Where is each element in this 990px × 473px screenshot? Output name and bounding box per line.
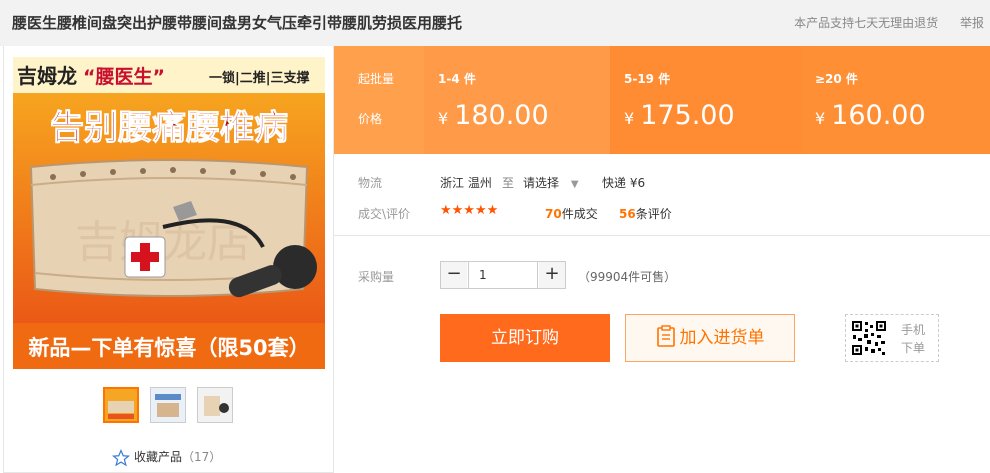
thumbnail-3[interactable] (197, 387, 233, 423)
qr-code-icon (851, 320, 887, 356)
favorite-label: 收藏产品 (134, 450, 183, 464)
reviews-label: 成交\评价 (358, 207, 411, 221)
title-bar: 腰医生腰椎间盘突出护腰带腰间盘男女气压牵引带腰肌劳损医用腰托 本产品支持七天无理… (0, 0, 990, 46)
destination-select[interactable]: 请选择 ▼ (523, 174, 579, 191)
tier-price: ¥160.00 (815, 100, 926, 131)
plus-button[interactable]: + (539, 262, 565, 288)
features-text: 一锁|二推|三支撑 (209, 70, 310, 86)
tier-range: 1-4 件 (438, 72, 476, 86)
review-count[interactable]: 56条评价 (619, 205, 672, 222)
thumbnail-1[interactable] (103, 387, 139, 423)
buy-now-button[interactable]: 立即订购 (440, 314, 610, 362)
mobile-order-label: 手机下单 (901, 323, 926, 355)
thumbnail-2[interactable] (150, 387, 186, 423)
top-right-links: 本产品支持七天无理由退货 举报 (776, 14, 984, 31)
quantity-input[interactable] (468, 262, 538, 288)
headline-text: 告别腰痛腰椎病 (50, 108, 288, 148)
promo-text: 新品—下单有惊喜（限50套） (28, 336, 309, 360)
rating-stars-icon: ★★★★★ (440, 203, 499, 218)
price-tier-3: ≥20 件 ¥160.00 (801, 46, 990, 154)
logistics-reviews-section: 物流 浙江 温州 至 请选择 ▼ 快递 ¥6 成交\评价 ★★★★★ 70件成交… (334, 154, 990, 236)
gallery-panel: 吉姆龙 “腰医生” 一锁|二推|三支撑 告别腰痛腰椎病 吉姆龙店 新品—下单有惊… (3, 46, 334, 473)
moq-label: 起批量 (358, 72, 395, 86)
quantity-stepper: − + (440, 261, 566, 289)
favorite-count: （17） (182, 450, 222, 464)
add-to-cart-button[interactable]: 加入进货单 (625, 314, 795, 362)
price-label: 价格 (358, 112, 383, 126)
brand-text: 吉姆龙 (17, 64, 77, 88)
stock-available: （99904件可售） (578, 270, 677, 284)
sold-count[interactable]: 70件成交 (545, 205, 598, 222)
logistics-label: 物流 (358, 176, 383, 190)
tier-price: ¥175.00 (624, 100, 735, 131)
tier-price: ¥180.00 (438, 100, 549, 131)
price-tier-2: 5-19 件 ¥175.00 (610, 46, 801, 154)
mobile-order[interactable]: 手机下单 (845, 314, 939, 362)
star-outline-icon (111, 448, 131, 466)
quantity-label: 采购量 (358, 270, 395, 284)
return-policy-link[interactable]: 本产品支持七天无理由退货 (794, 16, 938, 30)
tier-range: ≥20 件 (815, 72, 858, 86)
tier-range: 5-19 件 (624, 72, 671, 86)
price-panel: 起批量 价格 1-4 件 ¥180.00 5-19 件 ¥175.00 ≥20 … (334, 46, 990, 154)
chevron-down-icon: ▼ (570, 179, 579, 190)
slogan-text: “腰医生” (83, 65, 165, 88)
add-to-cart-label: 加入进货单 (679, 328, 765, 348)
clipboard-icon (656, 325, 675, 347)
report-link[interactable]: 举报 (960, 16, 984, 30)
to-text: 至 (502, 176, 515, 190)
price-header: 起批量 价格 (334, 46, 424, 154)
main-product-image[interactable]: 吉姆龙 “腰医生” 一锁|二推|三支撑 告别腰痛腰椎病 吉姆龙店 新品—下单有惊… (13, 57, 325, 369)
shipping-fee: 快递 ¥6 (602, 176, 646, 190)
minus-button[interactable]: − (441, 262, 467, 288)
price-tier-1: 1-4 件 ¥180.00 (424, 46, 610, 154)
origin-text: 浙江 温州 (440, 176, 492, 190)
product-title: 腰医生腰椎间盘突出护腰带腰间盘男女气压牵引带腰肌劳损医用腰托 (12, 14, 463, 32)
favorite-product[interactable]: 收藏产品（17） (111, 448, 222, 467)
